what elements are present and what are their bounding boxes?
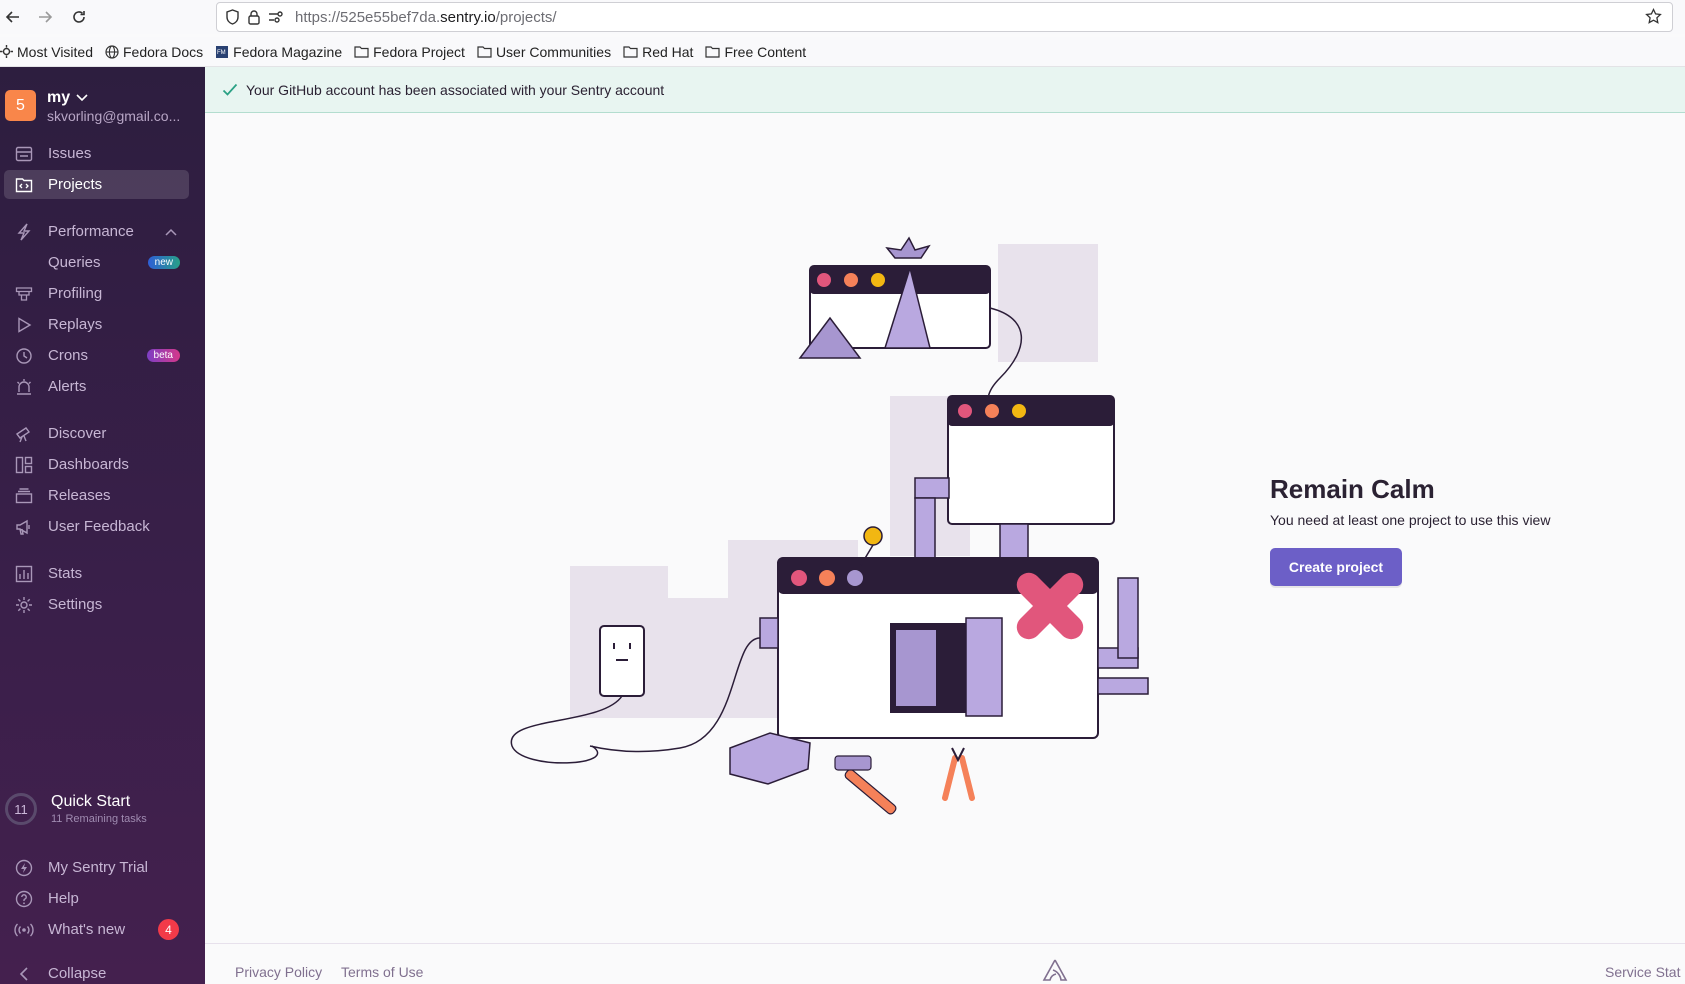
quick-start-progress-ring: 11 xyxy=(5,793,37,825)
broken-computers-illustration xyxy=(510,236,1149,815)
gear-icon xyxy=(0,596,48,614)
sidebar-item-projects[interactable]: Projects xyxy=(0,170,205,199)
user-email: skvorling@gmail.co... xyxy=(47,108,181,124)
sidebar-item-alerts[interactable]: Alerts xyxy=(0,372,205,401)
globe-icon xyxy=(105,44,119,59)
back-icon[interactable] xyxy=(0,4,26,30)
sidebar-item-performance[interactable]: Performance xyxy=(0,217,205,246)
sidebar: 5 my skvorling@gmail.co... Issues Projec… xyxy=(0,67,205,984)
sidebar-item-releases[interactable]: Releases xyxy=(0,481,205,510)
permissions-icon[interactable] xyxy=(265,10,287,24)
question-icon xyxy=(0,890,48,908)
success-alert: Your GitHub account has been associated … xyxy=(205,67,1685,113)
sidebar-item-user-feedback[interactable]: User Feedback xyxy=(0,512,205,541)
lightning-circle-icon xyxy=(0,859,48,877)
beta-badge: beta xyxy=(146,349,180,362)
telescope-icon xyxy=(0,425,48,443)
checkmark-icon xyxy=(222,83,238,96)
dashboard-icon xyxy=(0,456,48,474)
sidebar-item-replays[interactable]: Replays xyxy=(0,310,205,339)
bookmark-red-hat[interactable]: Red Hat xyxy=(623,44,693,60)
folder-icon xyxy=(477,46,492,58)
chevron-down-icon xyxy=(76,94,88,102)
svg-text:FM: FM xyxy=(217,50,226,56)
bookmark-fedora-project[interactable]: Fedora Project xyxy=(354,44,465,60)
play-icon xyxy=(0,316,48,333)
clock-icon xyxy=(0,347,48,365)
chevron-up-icon xyxy=(165,228,177,236)
quick-start[interactable]: 11 Quick Start 11 Remaining tasks xyxy=(5,793,147,825)
privacy-policy-link[interactable]: Privacy Policy xyxy=(235,964,322,980)
lock-icon[interactable] xyxy=(243,9,265,25)
bookmark-free-content[interactable]: Free Content xyxy=(705,44,806,60)
issues-icon xyxy=(0,146,48,162)
footer: Privacy Policy Terms of Use Service Stat xyxy=(205,943,1685,984)
sidebar-item-trial[interactable]: My Sentry Trial xyxy=(0,853,205,882)
new-badge: new xyxy=(147,256,180,269)
bookmark-star-icon[interactable] xyxy=(1645,7,1662,30)
terms-of-use-link[interactable]: Terms of Use xyxy=(341,964,423,980)
folder-icon xyxy=(354,46,369,58)
profiling-icon xyxy=(0,286,48,302)
url-text[interactable]: https://525e55bef7da.sentry.io/projects/ xyxy=(295,9,557,26)
alert-message: Your GitHub account has been associated … xyxy=(246,81,665,98)
empty-state-title: Remain Calm xyxy=(1270,474,1435,504)
sidebar-item-help[interactable]: Help xyxy=(0,884,205,913)
sidebar-item-crons[interactable]: Crons beta xyxy=(0,341,205,370)
sentry-logo-icon xyxy=(1042,959,1068,981)
sidebar-item-issues[interactable]: Issues xyxy=(0,139,205,168)
sidebar-item-profiling[interactable]: Profiling xyxy=(0,279,205,308)
sidebar-item-queries[interactable]: Queries new xyxy=(0,248,205,277)
stats-icon xyxy=(0,565,48,583)
browser-toolbar: https://525e55bef7da.sentry.io/projects/ xyxy=(0,0,1685,34)
quick-start-title: Quick Start xyxy=(51,793,131,810)
broadcast-icon xyxy=(0,922,48,938)
bookmark-user-communities[interactable]: User Communities xyxy=(477,44,611,60)
sidebar-item-discover[interactable]: Discover xyxy=(0,419,205,448)
bookmark-fedora-docs[interactable]: Fedora Docs xyxy=(105,44,203,60)
folder-icon xyxy=(623,46,638,58)
reload-icon[interactable] xyxy=(66,4,92,30)
sidebar-item-settings[interactable]: Settings xyxy=(0,590,205,619)
projects-icon xyxy=(0,177,48,193)
folder-icon xyxy=(705,46,721,58)
org-avatar: 5 xyxy=(5,90,36,121)
create-project-button[interactable]: Create project xyxy=(1270,548,1402,586)
url-bar[interactable]: https://525e55bef7da.sentry.io/projects/ xyxy=(216,2,1673,32)
org-name: my xyxy=(47,89,71,106)
sidebar-item-whats-new[interactable]: What's new 4 xyxy=(0,915,205,944)
forward-icon[interactable] xyxy=(32,4,58,30)
releases-icon xyxy=(0,487,48,504)
siren-icon xyxy=(0,378,48,396)
megaphone-icon xyxy=(0,518,48,536)
shield-icon[interactable] xyxy=(221,9,243,25)
service-status-link[interactable]: Service Stat xyxy=(1605,964,1680,980)
quick-start-subtitle: 11 Remaining tasks xyxy=(51,813,147,825)
sidebar-item-dashboards[interactable]: Dashboards xyxy=(0,450,205,479)
bookmark-fedora-magazine[interactable]: FM Fedora Magazine xyxy=(215,44,342,60)
gear-icon xyxy=(0,45,13,58)
sidebar-item-stats[interactable]: Stats xyxy=(0,559,205,588)
fedora-magazine-icon: FM xyxy=(216,45,229,58)
sidebar-collapse-button[interactable]: Collapse xyxy=(0,959,205,984)
chevron-left-icon xyxy=(0,966,48,981)
empty-state-text: You need at least one project to use thi… xyxy=(1270,512,1551,528)
bookmarks-bar: Most Visited Fedora Docs FM Fedora Magaz… xyxy=(0,37,1685,67)
bookmark-most-visited[interactable]: Most Visited xyxy=(0,44,93,60)
whats-new-count-badge: 4 xyxy=(158,919,179,940)
org-switcher[interactable]: 5 my skvorling@gmail.co... xyxy=(5,89,180,124)
lightning-icon xyxy=(0,223,48,241)
